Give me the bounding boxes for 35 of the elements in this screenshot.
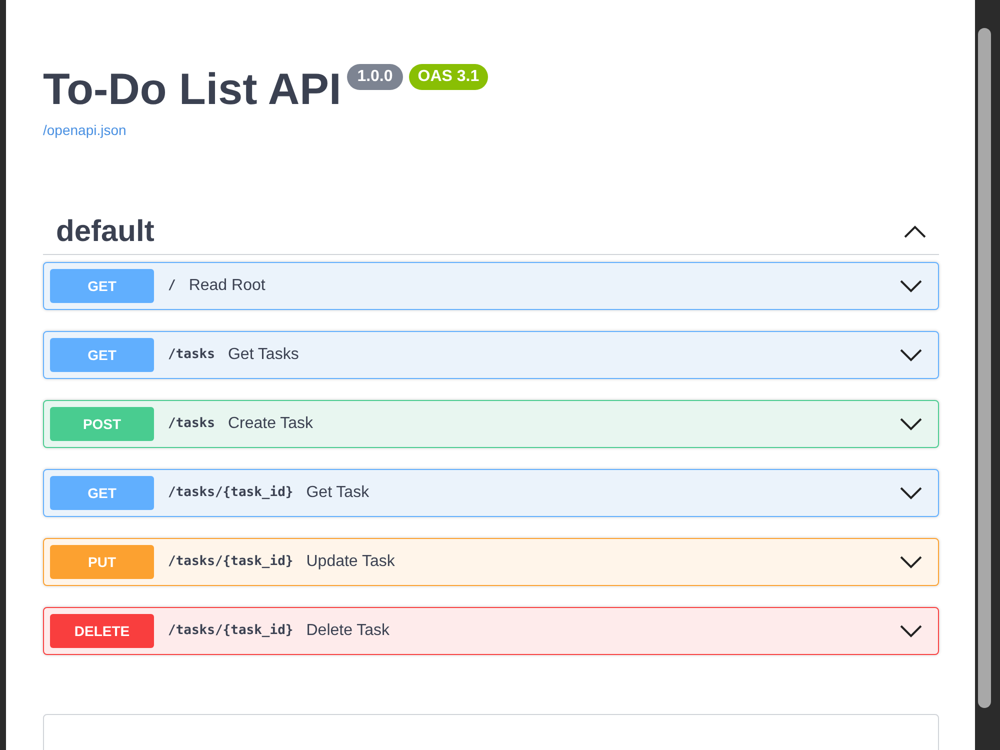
operation-row[interactable]: GET / Read Root [43, 262, 939, 310]
endpoint-path: /tasks [168, 346, 215, 364]
endpoint-summary: Get Tasks [228, 345, 300, 365]
chevron-down-icon [900, 624, 922, 638]
chevron-down-icon [900, 556, 922, 568]
endpoint-summary: Create Task [228, 414, 314, 434]
chevron-down-icon [900, 486, 922, 500]
operation-row[interactable]: GET /tasks/{task_id} Get Task [43, 469, 939, 517]
version-badge: 1.0.0 [347, 64, 403, 90]
endpoint-path: /tasks [168, 415, 215, 434]
operation-row[interactable]: GET /tasks Get Tasks [43, 331, 939, 379]
endpoint-summary: Update Task [306, 552, 396, 572]
method-badge: DELETE [50, 614, 154, 648]
endpoint-summary: Get Task [306, 483, 370, 503]
method-badge: GET [50, 338, 154, 372]
operation-row[interactable]: POST /tasks Create Task [43, 400, 939, 448]
section-header[interactable]: default [43, 209, 939, 255]
operation-row[interactable]: PUT /tasks/{task_id} Update Task [43, 538, 939, 586]
operation-row[interactable]: DELETE /tasks/{task_id} Delete Task [43, 607, 939, 655]
chevron-down-icon [900, 418, 922, 430]
endpoint-summary: Read Root [188, 276, 266, 296]
chevron-down-icon [900, 348, 922, 362]
oas-badge: OAS 3.1 [408, 64, 488, 90]
endpoint-summary: Delete Task [306, 621, 391, 641]
method-badge: GET [50, 476, 154, 510]
method-badge: GET [50, 269, 154, 303]
endpoint-path: /tasks/{task_id} [168, 484, 294, 502]
method-badge: POST [50, 407, 154, 441]
chevron-up-icon [904, 225, 926, 238]
method-badge: PUT [50, 545, 154, 579]
chevron-down-icon [900, 280, 922, 292]
endpoint-path: /tasks/{task_id} [168, 622, 294, 640]
endpoint-path: / [168, 277, 176, 296]
api-title: To-Do List API [43, 64, 342, 116]
endpoint-path: /tasks/{task_id} [168, 553, 294, 572]
